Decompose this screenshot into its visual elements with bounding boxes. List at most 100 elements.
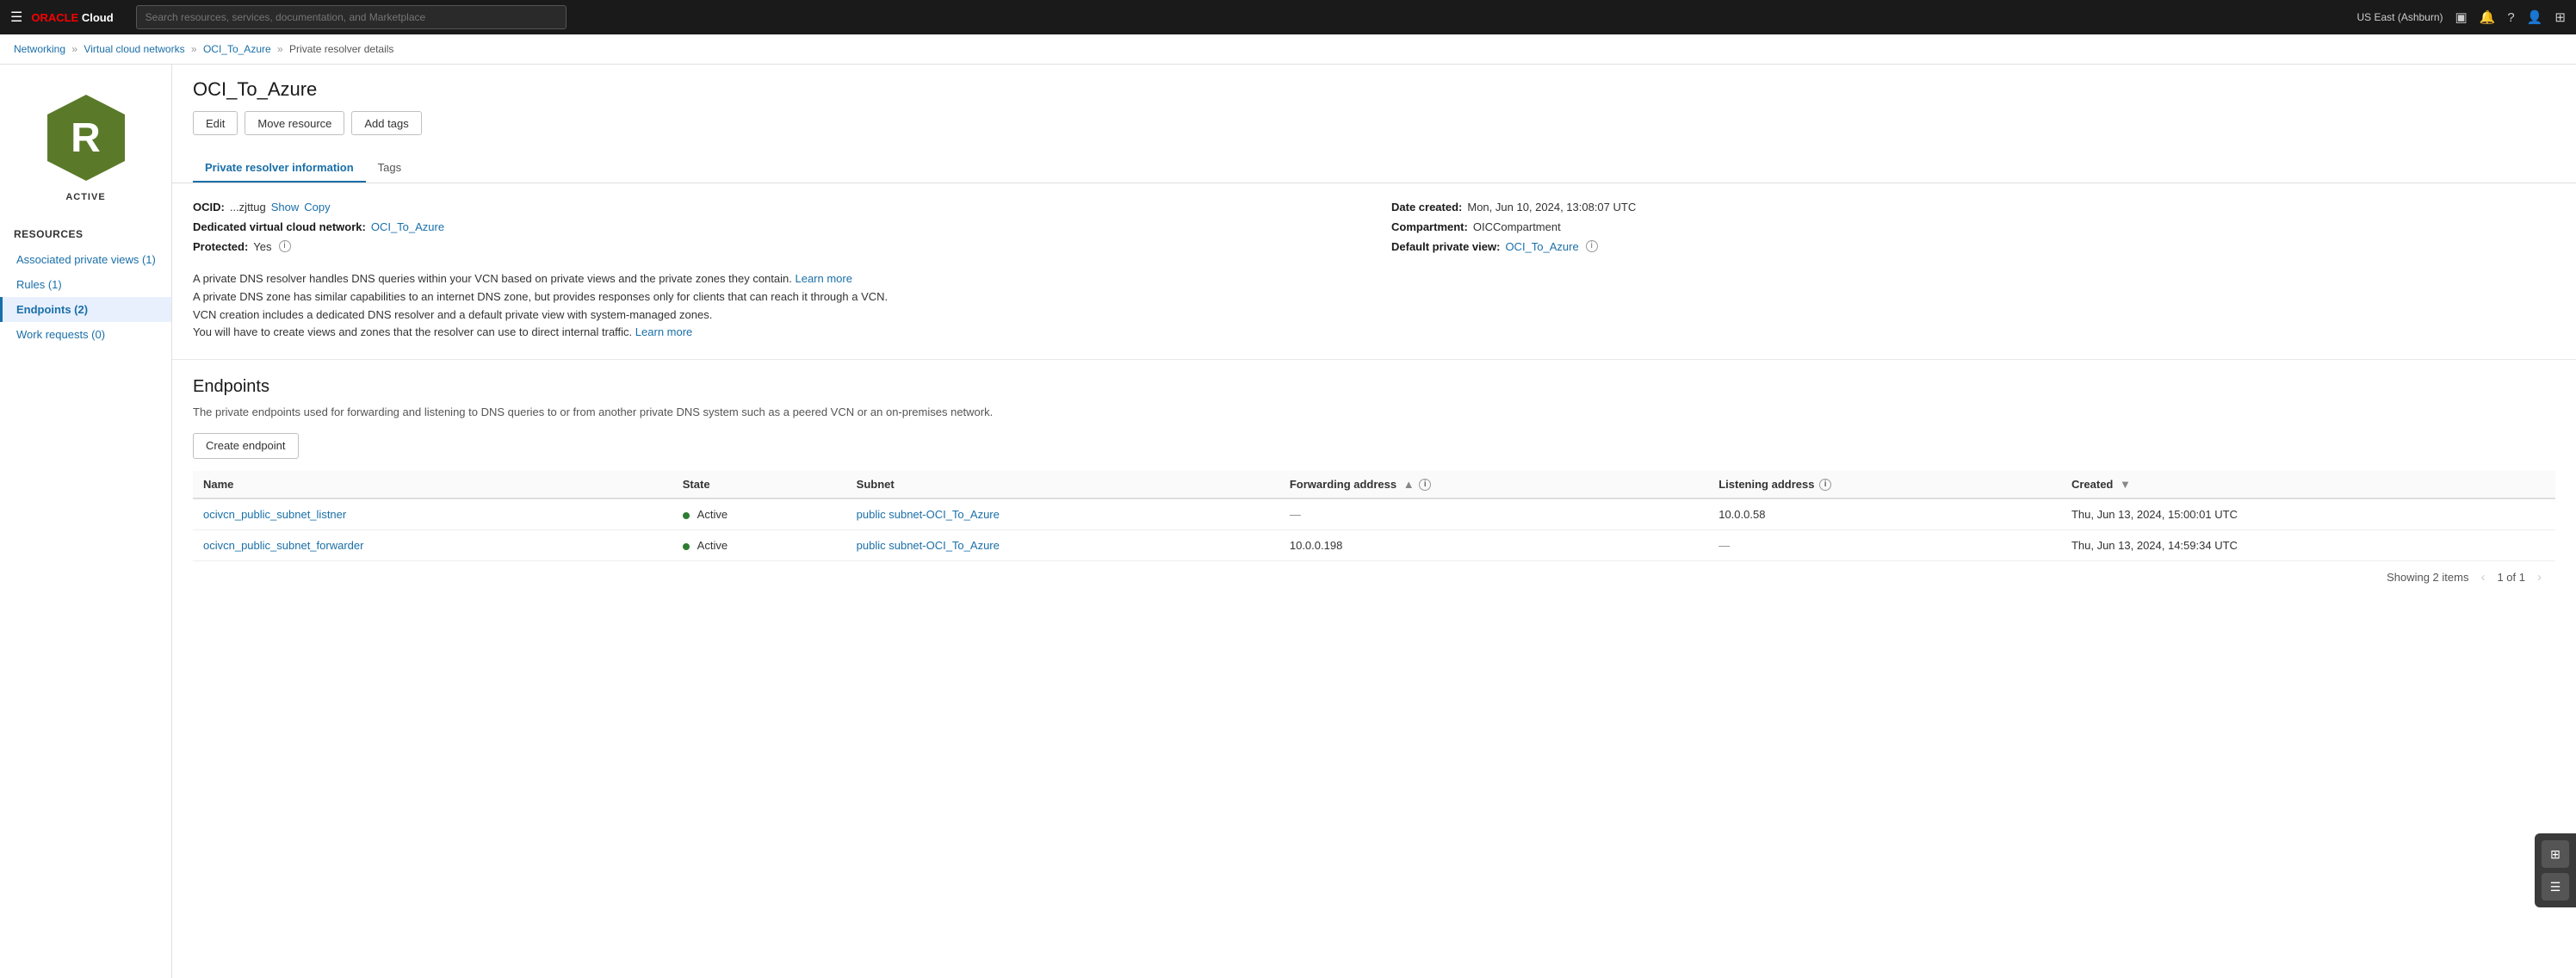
row1-listening: 10.0.0.58	[1708, 498, 2061, 530]
dedicated-vcn-link[interactable]: OCI_To_Azure	[371, 220, 444, 233]
default-private-view-row: Default private view: OCI_To_Azure i	[1391, 240, 2555, 253]
row1-subnet: public subnet-OCI_To_Azure	[846, 498, 1279, 530]
ocid-label: OCID:	[193, 201, 225, 214]
compartment-value: OICCompartment	[1473, 220, 1561, 233]
protected-label: Protected:	[193, 240, 248, 253]
resources-section-title: Resources	[0, 220, 171, 247]
col-name: Name	[193, 471, 672, 499]
default-private-view-link[interactable]: OCI_To_Azure	[1505, 240, 1578, 253]
info-description: A private DNS resolver handles DNS queri…	[193, 270, 2555, 342]
desc3-text: VCN creation includes a dedicated DNS re…	[193, 308, 712, 321]
help-icon[interactable]: ?	[2507, 10, 2514, 25]
row2-subnet-link[interactable]: public subnet-OCI_To_Azure	[857, 539, 1000, 552]
endpoints-description: The private endpoints used for forwardin…	[193, 404, 2555, 421]
tab-private-resolver-information[interactable]: Private resolver information	[193, 154, 366, 183]
sidebar: R ACTIVE Resources Associated private vi…	[0, 65, 172, 978]
desc2-text: A private DNS zone has similar capabilit…	[193, 290, 888, 303]
page-label: 1 of 1	[2497, 571, 2525, 584]
oracle-logo: ORACLE Cloud	[31, 11, 113, 24]
desc1-text: A private DNS resolver handles DNS queri…	[193, 272, 792, 285]
endpoints-section: Endpoints The private endpoints used for…	[172, 360, 2576, 610]
search-bar-container	[136, 5, 567, 29]
move-resource-button[interactable]: Move resource	[245, 111, 344, 135]
learn-more-2-link[interactable]: Learn more	[635, 325, 692, 338]
action-buttons: Edit Move resource Add tags	[193, 111, 2555, 135]
breadcrumb-oci-azure[interactable]: OCI_To_Azure	[203, 43, 271, 55]
col-subnet: Subnet	[846, 471, 1279, 499]
sidebar-logo-area: R ACTIVE	[0, 82, 171, 220]
forwarding-info-icon[interactable]: i	[1419, 479, 1431, 491]
sidebar-item-work-requests[interactable]: Work requests (0)	[0, 322, 171, 347]
default-private-view-label: Default private view:	[1391, 240, 1500, 253]
listening-info-icon[interactable]: i	[1819, 479, 1831, 491]
row1-status-dot	[683, 512, 690, 519]
show-ocid-button[interactable]: Show	[271, 201, 300, 214]
info-column-right: Date created: Mon, Jun 10, 2024, 13:08:0…	[1391, 201, 2555, 260]
date-created-row: Date created: Mon, Jun 10, 2024, 13:08:0…	[1391, 201, 2555, 214]
breadcrumb-sep-1: »	[71, 43, 77, 55]
created-sort-icon: ▼	[2120, 478, 2131, 491]
copy-ocid-button[interactable]: Copy	[304, 201, 330, 214]
default-private-view-info-icon[interactable]: i	[1586, 240, 1598, 252]
grid-icon[interactable]: ⊞	[2554, 9, 2566, 25]
row2-created: Thu, Jun 13, 2024, 14:59:34 UTC	[2061, 530, 2555, 561]
learn-more-1-link[interactable]: Learn more	[795, 272, 851, 285]
breadcrumb-sep-2: »	[191, 43, 197, 55]
row1-subnet-link[interactable]: public subnet-OCI_To_Azure	[857, 508, 1000, 521]
top-navigation: ☰ ORACLE Cloud US East (Ashburn) ▣ 🔔 ? 👤…	[0, 0, 2576, 34]
row2-state: Active	[672, 530, 846, 561]
table-header-row: Name State Subnet Forwarding address ▲ i…	[193, 471, 2555, 499]
search-input[interactable]	[136, 5, 567, 29]
row1-state-text: Active	[697, 508, 728, 521]
protected-info-icon[interactable]: i	[279, 240, 291, 252]
bell-icon[interactable]: 🔔	[2480, 9, 2496, 25]
tab-tags[interactable]: Tags	[366, 154, 413, 183]
next-page-button[interactable]: ›	[2534, 570, 2545, 585]
row1-listening-value: 10.0.0.58	[1718, 508, 1765, 521]
sidebar-item-associated-private-views[interactable]: Associated private views (1)	[0, 247, 171, 272]
row2-state-text: Active	[697, 539, 728, 552]
nav-right: US East (Ashburn) ▣ 🔔 ? 👤 ⊞	[2356, 9, 2566, 25]
hex-letter: R	[71, 115, 101, 162]
create-endpoint-button[interactable]: Create endpoint	[193, 433, 299, 459]
sidebar-item-endpoints[interactable]: Endpoints (2)	[0, 297, 171, 322]
row2-listening-value: —	[1718, 539, 1730, 552]
prev-page-button[interactable]: ‹	[2477, 570, 2488, 585]
col-created: Created ▼	[2061, 471, 2555, 499]
row2-listening: —	[1708, 530, 2061, 561]
ocid-value: ...zjttug	[230, 201, 266, 214]
info-section: OCID: ...zjttug Show Copy Dedicated virt…	[172, 183, 2576, 360]
add-tags-button[interactable]: Add tags	[351, 111, 421, 135]
hamburger-icon[interactable]: ☰	[10, 9, 22, 26]
main-content: OCI_To_Azure Edit Move resource Add tags…	[172, 65, 2576, 978]
monitor-icon[interactable]: ▣	[2455, 9, 2468, 25]
region-selector[interactable]: US East (Ashburn)	[2356, 11, 2443, 23]
breadcrumb-networking[interactable]: Networking	[14, 43, 65, 55]
protected-value: Yes	[253, 240, 271, 253]
hex-icon: R	[39, 90, 133, 185]
row1-name-link[interactable]: ocivcn_public_subnet_listner	[203, 508, 346, 521]
breadcrumb-current: Private resolver details	[289, 43, 393, 55]
info-grid: OCID: ...zjttug Show Copy Dedicated virt…	[193, 201, 2555, 260]
table-row: ocivcn_public_subnet_forwarder Active pu…	[193, 530, 2555, 561]
sidebar-item-rules[interactable]: Rules (1)	[0, 272, 171, 297]
edit-button[interactable]: Edit	[193, 111, 238, 135]
float-grid-button[interactable]: ⊞	[2542, 840, 2569, 868]
profile-icon[interactable]: 👤	[2527, 9, 2543, 25]
row1-created: Thu, Jun 13, 2024, 15:00:01 UTC	[2061, 498, 2555, 530]
row2-name-link[interactable]: ocivcn_public_subnet_forwarder	[203, 539, 363, 552]
col-forwarding-address[interactable]: Forwarding address ▲ i	[1279, 471, 1708, 499]
row2-status-dot	[683, 543, 690, 550]
desc4-text: You will have to create views and zones …	[193, 325, 632, 338]
floating-panel: ⊞ ☰	[2535, 833, 2576, 907]
forwarding-sort-icon: ▲	[1403, 478, 1415, 491]
date-created-label: Date created:	[1391, 201, 1462, 214]
row2-forwarding-value: 10.0.0.198	[1290, 539, 1342, 552]
protected-row: Protected: Yes i	[193, 240, 1357, 253]
breadcrumb-vcn[interactable]: Virtual cloud networks	[84, 43, 184, 55]
breadcrumb: Networking » Virtual cloud networks » OC…	[0, 34, 2576, 65]
float-list-button[interactable]: ☰	[2542, 873, 2569, 901]
showing-items-text: Showing 2 items	[2387, 571, 2468, 584]
sidebar-status: ACTIVE	[65, 192, 105, 202]
tabs: Private resolver information Tags	[172, 154, 2576, 183]
